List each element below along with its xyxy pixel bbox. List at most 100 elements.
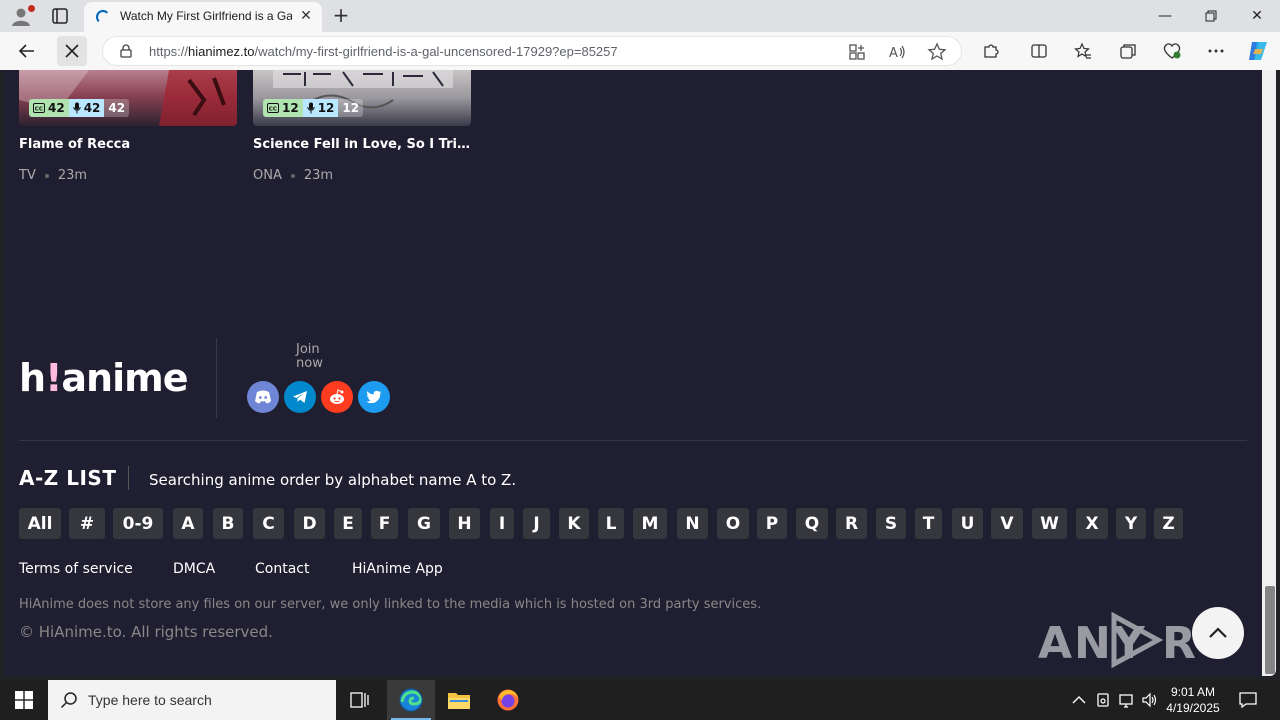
browser-essentials-button[interactable] <box>1157 36 1187 66</box>
az-letter-button[interactable]: J <box>523 508 550 539</box>
browser-tab-active[interactable]: Watch My First Girlfriend is a Gal ✕ <box>84 2 322 32</box>
az-letter-button[interactable]: U <box>952 508 983 539</box>
start-button[interactable] <box>0 680 48 720</box>
url-text[interactable]: https://hianimez.to/watch/my-first-girlf… <box>149 44 618 59</box>
terms-of-service-link[interactable]: Terms of service <box>19 561 133 577</box>
az-letter-button[interactable]: # <box>69 508 105 539</box>
extensions-button[interactable] <box>976 36 1006 66</box>
firefox-icon <box>497 689 519 711</box>
az-letter-button[interactable]: 0-9 <box>113 508 163 539</box>
az-letter-button[interactable]: Z <box>1154 508 1183 539</box>
reddit-button[interactable] <box>321 381 353 413</box>
az-letter-button[interactable]: O <box>717 508 749 539</box>
meta-separator-dot <box>44 173 49 178</box>
search-icon <box>60 692 77 709</box>
anime-poster[interactable]: CC 42 42 42 <box>19 70 237 126</box>
footer-horizontal-divider <box>19 440 1247 441</box>
task-view-button[interactable] <box>336 680 384 720</box>
taskbar-search-box[interactable]: Type here to search <box>48 680 336 720</box>
svg-text:A: A <box>889 46 898 61</box>
favorite-star-icon[interactable] <box>927 42 947 62</box>
az-letter-button[interactable]: S <box>876 508 906 539</box>
close-window-button[interactable]: ✕ <box>1234 0 1280 32</box>
sub-badge: CC 42 <box>29 99 69 117</box>
taskbar-clock[interactable]: 9:01 AM 4/19/2025 <box>1160 684 1226 716</box>
az-letter-button[interactable]: N <box>677 508 708 539</box>
az-letter-button[interactable]: D <box>294 508 325 539</box>
taskbar-file-explorer-app[interactable] <box>435 680 483 720</box>
anime-title-link[interactable]: Science Fell in Love, So I Tried... <box>253 137 471 152</box>
az-letter-button[interactable]: L <box>598 508 624 539</box>
az-letter-button[interactable]: H <box>449 508 480 539</box>
copilot-icon <box>1249 42 1267 60</box>
anime-type: ONA <box>253 168 282 183</box>
anime-title-link[interactable]: Flame of Recca <box>19 137 237 152</box>
collections-button[interactable] <box>1113 36 1143 66</box>
az-letter-button[interactable]: Y <box>1116 508 1146 539</box>
az-letter-button[interactable]: X <box>1076 508 1108 539</box>
security-device-icon[interactable] <box>1094 691 1112 709</box>
az-letter-button[interactable]: All <box>19 508 61 539</box>
az-letter-button[interactable]: E <box>334 508 362 539</box>
az-letter-button[interactable]: M <box>633 508 667 539</box>
site-logo[interactable]: h!anime <box>19 356 189 400</box>
tab-close-icon[interactable]: ✕ <box>298 8 314 24</box>
tab-actions-icon[interactable] <box>50 6 70 26</box>
address-bar[interactable]: https://hianimez.to/watch/my-first-girlf… <box>102 36 962 66</box>
anime-poster[interactable]: CC 12 12 12 <box>253 70 471 126</box>
az-letter-button[interactable]: V <box>991 508 1023 539</box>
telegram-button[interactable] <box>284 381 316 413</box>
windows-logo-icon <box>15 691 33 709</box>
volume-icon[interactable] <box>1141 691 1159 709</box>
copyright-text: © HiAnime.to. All rights reserved. <box>19 623 273 641</box>
new-tab-button[interactable]: + <box>330 4 352 26</box>
app-available-icon[interactable] <box>847 42 867 62</box>
split-screen-button[interactable] <box>1024 36 1054 66</box>
az-letter-button[interactable]: I <box>490 508 514 539</box>
favorites-button[interactable] <box>1068 36 1098 66</box>
az-letter-button[interactable]: R <box>836 508 867 539</box>
chevron-up-icon[interactable] <box>1070 691 1088 709</box>
lock-icon[interactable] <box>119 44 133 58</box>
restore-button[interactable] <box>1188 0 1234 32</box>
contact-link[interactable]: Contact <box>255 561 309 577</box>
settings-more-button[interactable] <box>1201 36 1231 66</box>
join-now-label: Join now <box>296 342 323 371</box>
episode-badges: CC 42 42 42 <box>29 99 130 117</box>
notification-center-icon[interactable] <box>1238 690 1258 710</box>
az-letter-button[interactable]: F <box>371 508 398 539</box>
favorites-list-icon <box>1074 42 1091 59</box>
dmca-link[interactable]: DMCA <box>173 561 215 577</box>
back-to-top-button[interactable] <box>1192 607 1244 659</box>
twitter-icon <box>366 390 382 404</box>
discord-button[interactable] <box>247 381 279 413</box>
copilot-button[interactable] <box>1243 36 1273 66</box>
back-button[interactable] <box>12 36 42 66</box>
hianime-app-link[interactable]: HiAnime App <box>352 561 443 577</box>
az-letter-button[interactable]: B <box>213 508 243 539</box>
az-letter-button[interactable]: C <box>253 508 284 539</box>
cc-icon: CC <box>267 103 279 113</box>
minimize-button[interactable]: — <box>1142 0 1188 32</box>
discord-icon <box>255 390 271 404</box>
page-scrollbar[interactable] <box>1262 70 1276 676</box>
stop-loading-button[interactable] <box>57 36 87 66</box>
az-letter-button[interactable]: W <box>1032 508 1067 539</box>
twitter-button[interactable] <box>358 381 390 413</box>
taskbar-firefox-app[interactable] <box>484 680 532 720</box>
scrollbar-thumb[interactable] <box>1265 586 1275 674</box>
taskbar-edge-app[interactable] <box>387 680 435 720</box>
az-letter-button[interactable]: K <box>559 508 589 539</box>
read-aloud-icon[interactable]: A <box>887 42 907 62</box>
az-letter-button[interactable]: T <box>915 508 942 539</box>
sub-badge: CC 12 <box>263 99 303 117</box>
episode-count-badge: 42 <box>104 99 130 117</box>
clock-time: 9:01 AM <box>1170 685 1216 699</box>
network-icon[interactable] <box>1118 691 1136 709</box>
az-letter-button[interactable]: A <box>173 508 203 539</box>
az-letter-button[interactable]: G <box>408 508 440 539</box>
az-letter-button[interactable]: Q <box>796 508 828 539</box>
reddit-icon <box>330 389 344 404</box>
az-letter-button[interactable]: P <box>757 508 787 539</box>
meta-separator-dot <box>290 173 295 178</box>
